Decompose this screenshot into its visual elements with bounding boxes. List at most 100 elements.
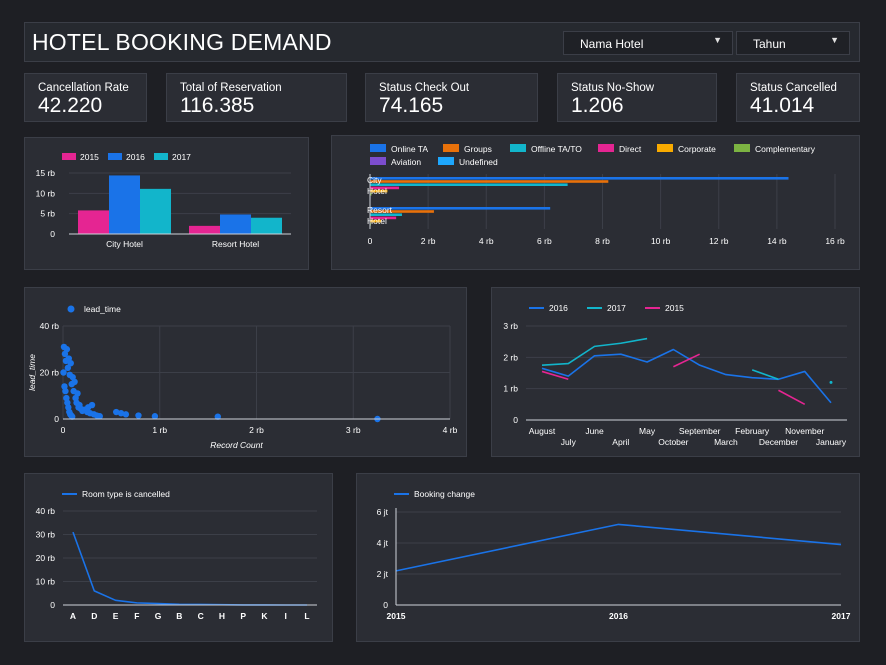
legend-label: Offline TA/TO bbox=[531, 144, 582, 154]
x-tick-label: August bbox=[529, 426, 556, 436]
y-tick-label: 0 bbox=[50, 229, 55, 239]
kpi-card-status-no-show: Status No-Show 1.206 bbox=[557, 73, 717, 122]
x-tick-label: 2017 bbox=[832, 611, 851, 621]
x-tick-label: 14 rb bbox=[767, 236, 787, 246]
kpi-label: Status Cancelled bbox=[750, 82, 837, 94]
y-axis-title: lead_time bbox=[27, 354, 37, 391]
x-tick-label: 4 rb bbox=[479, 236, 494, 246]
x-tick-label: July bbox=[561, 437, 577, 447]
hotel-name-filter-label: Nama Hotel bbox=[580, 37, 644, 51]
x-tick-label: I bbox=[285, 611, 287, 621]
x-axis-title: Record Count bbox=[210, 440, 263, 450]
x-tick-label: 16 rb bbox=[825, 236, 845, 246]
bar bbox=[140, 188, 171, 234]
x-tick-label: September bbox=[679, 426, 721, 436]
series-line bbox=[778, 389, 806, 406]
x-tick-label: 6 rb bbox=[537, 236, 552, 246]
page-title: HOTEL BOOKING DEMAND bbox=[32, 29, 332, 55]
x-tick-label: A bbox=[70, 611, 76, 621]
scatter-point bbox=[71, 378, 78, 385]
x-tick-label: G bbox=[155, 611, 162, 621]
segment-by-hotel-panel: 0 2 rb 4 rb 6 rb 8 rb 10 rb 12 rb 14 rb 16 rb Onl… bbox=[331, 135, 860, 270]
legend-label: 2017 bbox=[172, 152, 191, 162]
y-tick-label: 15 rb bbox=[36, 168, 56, 178]
y-tick-label: 40 rb bbox=[36, 506, 56, 516]
x-tick-label: 12 rb bbox=[709, 236, 729, 246]
x-tick-label: 4 rb bbox=[443, 425, 458, 435]
kpi-label: Total of Reservation bbox=[180, 82, 282, 94]
legend-swatch bbox=[108, 153, 122, 160]
lead-time-scatter-panel: 0 1 rb 2 rb 3 rb 4 rb 0 20 rb 40 rb lead_time Rec… bbox=[24, 287, 467, 457]
bar bbox=[78, 210, 109, 234]
legend-label: Direct bbox=[619, 144, 642, 154]
y-tick-label: 1 rb bbox=[503, 384, 518, 394]
y-tick-label: 30 rb bbox=[36, 530, 56, 540]
legend-label: 2016 bbox=[126, 152, 145, 162]
legend-label: Room type is cancelled bbox=[82, 489, 170, 499]
scatter-point bbox=[63, 346, 71, 353]
x-tick-label: C bbox=[198, 611, 204, 621]
x-tick-label: K bbox=[261, 611, 268, 621]
legend-label: lead_time bbox=[84, 304, 121, 314]
x-tick-label: January bbox=[816, 437, 847, 447]
legend-label: 2017 bbox=[607, 303, 626, 313]
legend-label: Complementary bbox=[755, 144, 816, 154]
legend-swatch bbox=[510, 144, 526, 152]
room-type-cancelled-chart: 0 10 rb 20 rb 30 rb 40 rb A D E F G B C H P K I L Room ty… bbox=[36, 489, 317, 621]
x-category-label: Resort Hotel bbox=[212, 239, 259, 249]
bar bbox=[220, 214, 251, 234]
y-tick-label: 0 bbox=[513, 415, 518, 425]
booking-change-panel: 0 2 jt 4 jt 6 jt 2015 2016 2017 Booking change bbox=[356, 473, 860, 642]
kpi-card-status-check-out: Status Check Out 74.165 bbox=[365, 73, 538, 122]
bookings-by-hotel-year-chart: 0 5 rb 10 rb 15 rb 2015 2016 2017 City Hotel Res… bbox=[36, 152, 291, 249]
monthly-trend-chart: 0 1 rb 2 rb 3 rb August July June April MayOctob… bbox=[503, 303, 847, 447]
x-tick-label: May bbox=[639, 426, 656, 436]
legend-swatch bbox=[154, 153, 168, 160]
legend-label: 2015 bbox=[665, 303, 684, 313]
bar bbox=[370, 183, 568, 186]
x-tick-label: 10 rb bbox=[651, 236, 671, 246]
x-tick-label: March bbox=[714, 437, 738, 447]
legend-swatch bbox=[370, 144, 386, 152]
year-filter[interactable]: Tahun ▼ bbox=[736, 31, 850, 55]
kpi-value: 116.385 bbox=[180, 94, 255, 117]
x-tick-label: 2 rb bbox=[249, 425, 264, 435]
bar bbox=[370, 177, 789, 180]
kpi-value: 1.206 bbox=[571, 94, 624, 117]
legend-label: Booking change bbox=[414, 489, 475, 499]
series-line bbox=[673, 353, 700, 368]
bar bbox=[189, 225, 220, 234]
x-tick-label: E bbox=[113, 611, 119, 621]
legend-swatch bbox=[598, 144, 614, 152]
x-tick-label: 2015 bbox=[387, 611, 406, 621]
bookings-by-hotel-year-panel: 0 5 rb 10 rb 15 rb 2015 2016 2017 City Hotel Res… bbox=[24, 137, 309, 270]
x-tick-label: 8 rb bbox=[595, 236, 610, 246]
scatter-point bbox=[151, 413, 159, 420]
x-tick-label: 1 rb bbox=[152, 425, 167, 435]
y-tick-label: 3 rb bbox=[503, 321, 518, 331]
lead-time-scatter-chart: 0 1 rb 2 rb 3 rb 4 rb 0 20 rb 40 rb lead_time Rec… bbox=[27, 304, 458, 450]
bar bbox=[109, 175, 140, 234]
legend-label: Aviation bbox=[391, 157, 421, 167]
y-tick-label: 0 bbox=[54, 414, 59, 424]
kpi-card-cancellation-rate: Cancellation Rate 42.220 bbox=[24, 73, 147, 122]
x-tick-label: F bbox=[134, 611, 139, 621]
series-line bbox=[541, 337, 648, 366]
scatter-point bbox=[67, 360, 74, 367]
x-tick-label: April bbox=[612, 437, 629, 447]
series-line bbox=[72, 531, 308, 606]
chevron-down-icon: ▼ bbox=[830, 35, 839, 45]
y-tick-label: 2 rb bbox=[503, 352, 518, 362]
kpi-label: Cancellation Rate bbox=[38, 82, 129, 94]
kpi-value: 42.220 bbox=[38, 94, 103, 117]
scatter-point bbox=[122, 411, 130, 418]
y-tick-label: 10 rb bbox=[36, 577, 56, 587]
bar bbox=[251, 217, 282, 234]
kpi-card-total-reservation: Total of Reservation 116.385 bbox=[166, 73, 347, 122]
x-category-label: City Hotel bbox=[106, 239, 143, 249]
y-tick-label: 2 jt bbox=[377, 569, 389, 579]
hotel-name-filter[interactable]: Nama Hotel ▼ bbox=[563, 31, 733, 55]
x-tick-label: June bbox=[585, 426, 604, 436]
kpi-card-status-cancelled: Status Cancelled 41.014 bbox=[736, 73, 860, 122]
legend-swatch bbox=[62, 153, 76, 160]
